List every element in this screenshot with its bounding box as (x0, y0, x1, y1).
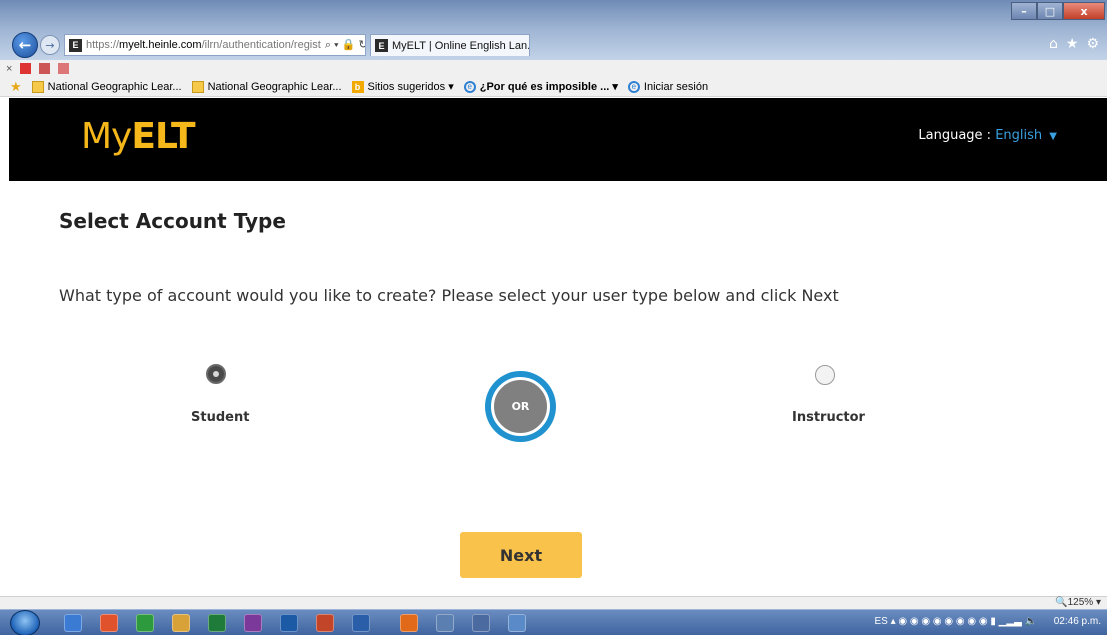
monitor-icon[interactable] (508, 614, 526, 632)
command-bar: × (0, 60, 1107, 77)
refresh-icon[interactable]: ↻ (359, 39, 366, 51)
chrome-icon[interactable] (136, 614, 154, 632)
print-icon[interactable] (39, 63, 51, 74)
settings-gear-icon[interactable]: ⚙ (1086, 36, 1099, 52)
favorite-label: ¿Por qué es imposible ... ▾ (479, 81, 618, 93)
start-button[interactable] (10, 610, 40, 635)
student-radio[interactable] (206, 364, 226, 384)
site-favicon-icon: E (69, 38, 82, 52)
instructor-label[interactable]: Instructor (792, 410, 865, 425)
language-label: Language : (918, 128, 992, 143)
favorite-item-por-que[interactable]: e ¿Por qué es imposible ... ▾ (463, 80, 618, 93)
student-label[interactable]: Student (191, 410, 249, 425)
pdf-icon[interactable] (20, 63, 32, 74)
favorite-label: Iniciar sesión (643, 80, 709, 93)
tab-favicon-icon: E (375, 39, 388, 52)
powerpoint-icon[interactable] (316, 614, 334, 632)
instructor-radio[interactable] (815, 365, 835, 385)
site-header: MyELT Language : English ▼ (9, 98, 1107, 181)
page-title: Select Account Type (59, 209, 286, 233)
browser-titlebar: ← → E https:// myelt.heinle.com /ilrn/au… (0, 0, 1107, 60)
url-host: myelt.heinle.com (119, 39, 202, 51)
language-value: English (995, 128, 1043, 143)
home-icon[interactable]: ⌂ (1049, 36, 1058, 52)
url-prefix: https:// (86, 39, 120, 51)
status-bar: 🔍125% ▾ (0, 596, 1107, 609)
favorite-label: National Geographic Lear... (207, 80, 342, 93)
media-player-icon[interactable] (100, 614, 118, 632)
back-button[interactable]: ← (12, 32, 38, 58)
instructions-text: What type of account would you like to c… (59, 286, 839, 305)
search-icon[interactable]: ⌕ (325, 39, 331, 51)
favorites-star-icon[interactable]: ★ (1066, 36, 1079, 52)
firefox-icon[interactable] (400, 614, 418, 632)
outlook-icon[interactable] (280, 614, 298, 632)
ie-page-icon: e (463, 80, 476, 93)
or-label: OR (491, 377, 550, 436)
windows-taskbar: ES ▴ ◉ ◉ ◉ ◉ ◉ ◉ ◉ ◉ ▮ ▁▂▃ 🔈 02:46 p.m. (0, 609, 1107, 635)
zoom-level[interactable]: 🔍125% ▾ (1055, 597, 1101, 608)
tab-myelt[interactable]: E MyELT | Online English Lan... × (370, 34, 530, 56)
forward-arrow-icon: → (45, 38, 55, 52)
favorite-label: Sitios sugeridos ▾ (367, 81, 454, 93)
window-icon[interactable] (436, 614, 454, 632)
explorer-icon[interactable] (172, 614, 190, 632)
language-selector[interactable]: Language : English ▼ (918, 128, 1057, 143)
tray-language[interactable]: ES (874, 616, 887, 627)
back-arrow-icon: ← (18, 36, 32, 54)
word-icon[interactable] (352, 614, 370, 632)
minimize-button[interactable]: – (1011, 2, 1037, 20)
address-bar[interactable]: E https:// myelt.heinle.com /ilrn/authen… (64, 34, 366, 56)
close-toolbar-icon[interactable]: × (6, 63, 12, 75)
bing-icon: b (351, 80, 364, 93)
ie-page-icon: e (627, 80, 640, 93)
onenote-icon[interactable] (244, 614, 262, 632)
or-divider: OR (485, 371, 556, 442)
excel-icon[interactable] (208, 614, 226, 632)
lock-icon: 🔒 (341, 39, 356, 51)
favorite-item-natgeo-2[interactable]: National Geographic Lear... (191, 80, 342, 93)
favorite-item-sitios-sugeridos[interactable]: b Sitios sugeridos ▾ (351, 80, 454, 93)
favorite-item-iniciar-sesion[interactable]: e Iniciar sesión (627, 80, 709, 93)
favorites-bar: ★ National Geographic Lear... National G… (0, 77, 1107, 97)
system-tray[interactable]: ES ▴ ◉ ◉ ◉ ◉ ◉ ◉ ◉ ◉ ▮ ▁▂▃ 🔈 (874, 616, 1037, 627)
folder-icon (191, 80, 204, 93)
maximize-button[interactable]: □ (1037, 2, 1063, 20)
logo-my: My (81, 116, 132, 157)
browser-tools: ⌂ ★ ⚙ (1049, 36, 1099, 52)
presentation-icon[interactable] (472, 614, 490, 632)
window-controls: – □ x (1011, 2, 1105, 20)
favorite-item-natgeo-1[interactable]: National Geographic Lear... (31, 80, 182, 93)
address-tools[interactable]: ⌕ ▾ 🔒 ↻ (321, 38, 366, 52)
tools-icon[interactable] (58, 63, 70, 74)
url-path: /ilrn/authentication/regist (201, 39, 321, 51)
close-window-button[interactable]: x (1063, 2, 1105, 20)
forward-button[interactable]: → (40, 35, 60, 55)
favorite-label: National Geographic Lear... (47, 80, 182, 93)
tab-title: MyELT | Online English Lan... (392, 39, 530, 52)
zoom-value: 125% (1067, 597, 1094, 608)
folder-icon (31, 80, 44, 93)
clock[interactable]: 02:46 p.m. (1054, 616, 1101, 627)
ie-taskbar-icon[interactable] (64, 614, 82, 632)
dropdown-icon[interactable]: ▾ (334, 39, 339, 51)
add-favorite-star-icon[interactable]: ★ (10, 79, 22, 95)
next-button[interactable]: Next (460, 532, 582, 578)
myelt-logo[interactable]: MyELT (81, 116, 196, 157)
logo-elt: ELT (131, 116, 195, 157)
chevron-down-icon: ▼ (1049, 131, 1057, 142)
